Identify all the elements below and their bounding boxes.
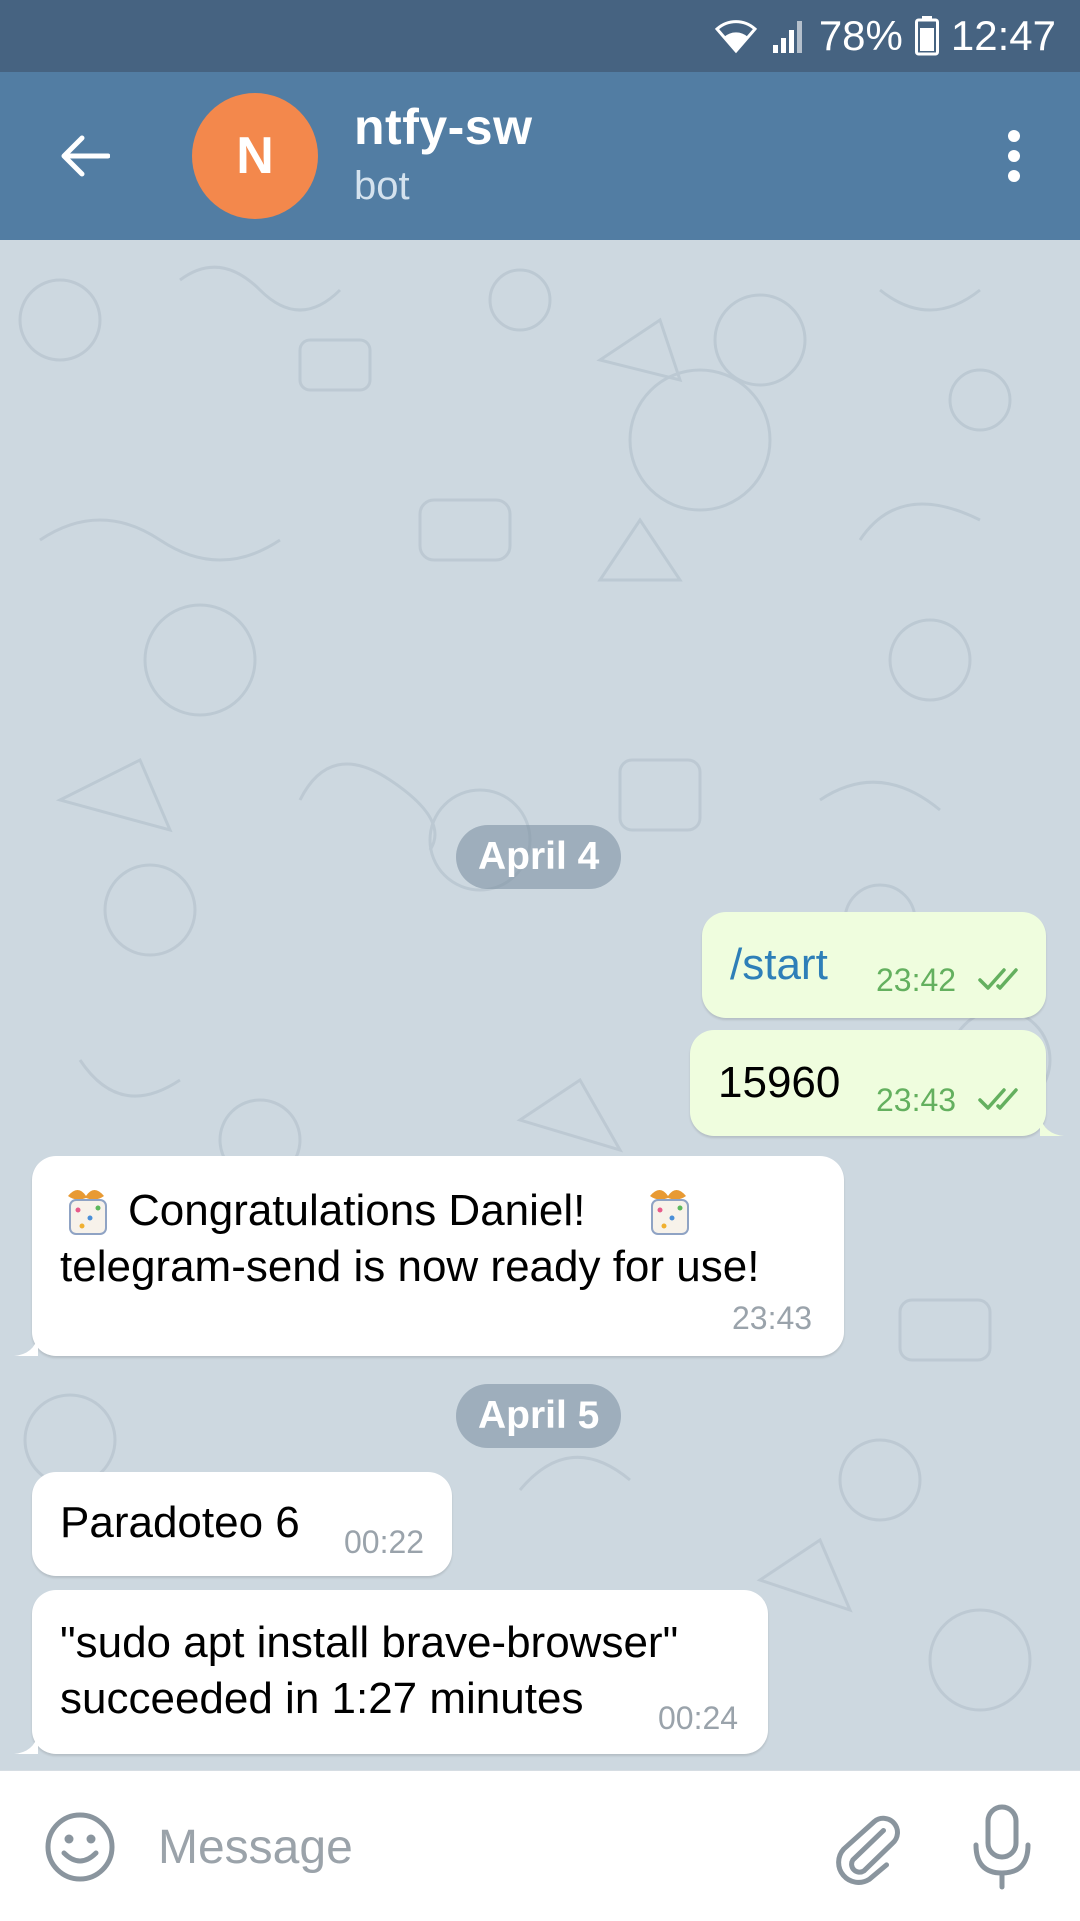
message-text: Paradoteo 6	[60, 1498, 300, 1547]
message-composer	[0, 1770, 1080, 1921]
more-options-button[interactable]	[978, 114, 1050, 198]
microphone-icon[interactable]	[962, 1801, 1042, 1891]
message-time: 00:24	[658, 1700, 739, 1736]
message-bubble-outgoing[interactable]: 15960 23:43	[690, 1030, 1046, 1136]
message-text-line: Congratulations Daniel!	[128, 1186, 586, 1235]
avatar[interactable]: N	[192, 93, 318, 219]
read-ticks-icon	[978, 968, 1018, 990]
chat-title[interactable]: ntfy-sw	[354, 98, 533, 156]
bubble-tail	[14, 1734, 38, 1754]
status-time: 12:47	[950, 12, 1056, 59]
message-time: 00:22	[344, 1524, 425, 1560]
more-vertical-icon-dot	[1008, 150, 1020, 162]
party-popper-icon	[68, 1190, 107, 1235]
signal-icon	[772, 21, 802, 53]
status-indicators: 78% 12:47	[713, 0, 1056, 72]
message-text-line: telegram-send is now ready for use!	[60, 1242, 760, 1291]
back-arrow-icon	[61, 135, 110, 177]
message-text: 15960	[718, 1058, 841, 1107]
bubble-tail	[14, 1336, 38, 1356]
date-separator: April 5	[456, 1384, 622, 1448]
chat-messages[interactable]: April 4 /start 23:42 15960 23:43 Congrat…	[0, 240, 1080, 1770]
message-time: 23:42	[876, 962, 957, 998]
message-bubble-incoming[interactable]: "sudo apt install brave-browser" succeed…	[32, 1590, 768, 1754]
back-button[interactable]	[42, 114, 126, 198]
message-input[interactable]	[156, 1801, 800, 1893]
read-ticks-icon	[978, 1088, 1018, 1110]
battery-icon	[914, 16, 939, 56]
message-text-line: succeeded in 1:27 minutes	[60, 1674, 584, 1723]
attach-icon[interactable]	[826, 1807, 906, 1887]
message-text: /start	[730, 940, 828, 989]
emoji-icon[interactable]	[40, 1807, 120, 1887]
message-bubble-outgoing[interactable]: /start 23:42	[702, 912, 1046, 1018]
chat-subtitle: bot	[354, 164, 410, 208]
wifi-icon	[714, 20, 757, 54]
message-time: 23:43	[732, 1300, 813, 1336]
message-bubble-incoming[interactable]: Congratulations Daniel! telegram-send is…	[32, 1156, 844, 1356]
more-vertical-icon-dot	[1008, 170, 1020, 182]
bubble-tail	[1040, 1116, 1064, 1136]
party-popper-icon	[650, 1190, 689, 1235]
message-bubble-incoming[interactable]: Paradoteo 6 00:22	[32, 1472, 452, 1576]
chat-header: N ntfy-sw bot	[0, 72, 1080, 240]
date-separator: April 4	[456, 825, 622, 889]
status-bar: 78% 12:47	[0, 0, 1080, 72]
more-vertical-icon	[1008, 130, 1020, 142]
message-time: 23:43	[876, 1082, 957, 1118]
battery-percent: 78%	[818, 12, 903, 59]
message-text-line: "sudo apt install brave-browser"	[60, 1618, 679, 1667]
